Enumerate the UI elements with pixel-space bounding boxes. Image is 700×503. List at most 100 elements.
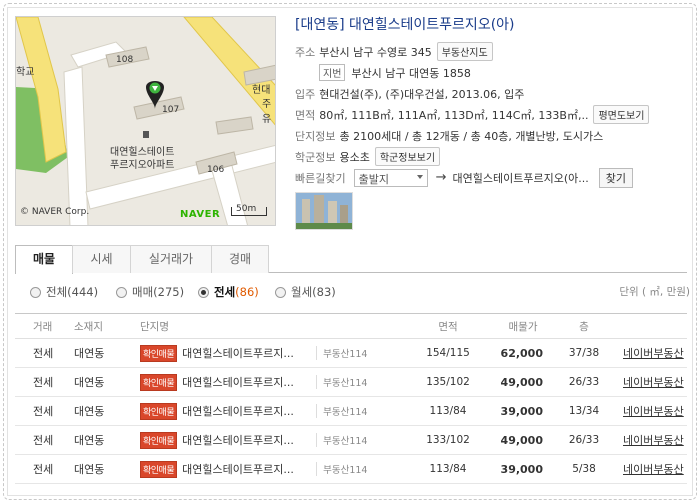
floorplan-button[interactable]: 평면도보기 <box>593 105 650 124</box>
school-label: 학군정보 <box>295 150 336 164</box>
verified-badge: 확인매물 <box>140 373 178 391</box>
agent-name: 부동산114 <box>316 462 367 476</box>
deal-type: 전세 <box>33 376 54 389</box>
school-info-button[interactable]: 학군정보보기 <box>374 147 441 166</box>
area: 113/84 <box>429 405 467 417</box>
complex-label: 단지정보 <box>295 129 336 143</box>
radio-icon <box>30 286 41 298</box>
location: 대연동 <box>74 405 105 418</box>
table-row[interactable]: 전세 대연동 확인매물 대연힐스테이트푸르지... 부동산114 135/102 49,00… <box>15 368 687 397</box>
route-to-value: 대연힐스테이트푸르지오(아... <box>452 171 589 185</box>
naver-realestate-link[interactable]: 네이버부동산 <box>623 426 684 454</box>
filter-monthly[interactable]: 월세 (83) <box>275 284 336 300</box>
filter-jeonse[interactable]: 전세 (86) <box>198 284 259 300</box>
property-title[interactable]: [대연동] 대연힐스테이트푸르지오(아) <box>295 14 685 34</box>
route-from-select[interactable]: 출발지 <box>353 168 428 187</box>
radio-icon <box>116 286 127 298</box>
header-location: 소재지 <box>74 320 103 333</box>
school-row: 학군정보 용소초 학군정보보기 <box>295 146 685 167</box>
filter-sale[interactable]: 매매 (275) <box>116 284 184 300</box>
area-label: 면적 <box>295 108 316 122</box>
floor: 26/33 <box>568 376 600 388</box>
deal-type: 전세 <box>33 405 54 418</box>
table-header: 거래 소재지 단지명 면적 매물가 층 <box>15 313 687 339</box>
property-info: [대연동] 대연힐스테이트푸르지오(아) 주소 부산시 남구 수영로 345 부… <box>295 14 685 188</box>
map-label-school: 학교 <box>16 67 35 78</box>
naver-realestate-link[interactable]: 네이버부동산 <box>623 455 684 483</box>
header-complex: 단지명 <box>140 320 169 333</box>
naver-realestate-link[interactable]: 네이버부동산 <box>623 397 684 425</box>
agent-name: 부동산114 <box>316 375 367 389</box>
jibun-tag: 지번 <box>319 64 346 81</box>
area: 133/102 <box>426 434 470 446</box>
route-search-button[interactable]: 찾기 <box>598 167 633 188</box>
naver-realestate-link[interactable]: 네이버부동산 <box>623 339 684 367</box>
naver-realestate-link[interactable]: 네이버부동산 <box>623 368 684 396</box>
table-row[interactable]: 전세 대연동 확인매물 대연힐스테이트푸르지... 부동산114 133/102 49,00… <box>15 426 687 455</box>
map-scale-label: 50m <box>236 204 257 214</box>
filter-all[interactable]: 전체 (444) <box>30 284 98 300</box>
location-map[interactable]: 학교 108 107 106 대연힐스테이트 푸르지오아파트 현대 주유 © N… <box>15 16 276 226</box>
area-value: 80㎡, 111B㎡, 111A㎡, 113D㎡, 114C㎡, 133B㎡,.… <box>319 108 589 122</box>
complex-cell[interactable]: 확인매물 대연힐스테이트푸르지... 부동산114 <box>140 455 367 483</box>
location: 대연동 <box>74 376 105 389</box>
naver-logo: NAVER <box>180 209 221 220</box>
tab-actual-price[interactable]: 실거래가 <box>130 245 212 273</box>
map-graphic <box>16 17 275 225</box>
tab-market-price[interactable]: 시세 <box>72 245 131 273</box>
table-row[interactable]: 전세 대연동 확인매물 대연힐스테이트푸르지... 부동산114 113/84 39,000… <box>15 397 687 426</box>
price: 62,000 <box>500 346 543 360</box>
area: 113/84 <box>429 463 467 475</box>
jibun-row: 지번 부산시 남구 대연동 1858 <box>295 62 685 83</box>
price: 49,000 <box>500 375 543 389</box>
move-in-label: 입주 <box>295 87 316 101</box>
complex-name[interactable]: 대연힐스테이트푸르지... <box>182 461 310 477</box>
jibun-value: 부산시 남구 대연동 1858 <box>351 66 471 80</box>
move-in-row: 입주 현대건설(주), (주)대우건설, 2013.06, 입주 <box>295 83 685 104</box>
move-in-value: 현대건설(주), (주)대우건설, 2013.06, 입주 <box>319 87 525 101</box>
area-row: 면적 80㎡, 111B㎡, 111A㎡, 113D㎡, 114C㎡, 133B… <box>295 104 685 125</box>
tab-listings[interactable]: 매물 <box>15 245 73 274</box>
header-price: 매물가 <box>508 320 538 333</box>
tab-auction[interactable]: 경매 <box>211 245 269 273</box>
filter-count: (83) <box>312 285 336 299</box>
property-photo-thumbnail[interactable] <box>295 192 353 230</box>
complex-name[interactable]: 대연힐스테이트푸르지... <box>182 432 310 448</box>
route-label: 빠른길찾기 <box>295 171 346 185</box>
map-apt-label-2: 푸르지오아파트 <box>110 160 175 171</box>
floor: 13/34 <box>568 405 600 417</box>
complex-cell[interactable]: 확인매물 대연힐스테이트푸르지... 부동산114 <box>140 368 367 396</box>
filter-count: (275) <box>153 285 185 299</box>
complex-name[interactable]: 대연힐스테이트푸르지... <box>182 403 310 419</box>
listing-tabs: 매물 시세 실거래가 경매 <box>15 245 687 274</box>
deal-type: 전세 <box>33 347 54 360</box>
complex-name[interactable]: 대연힐스테이트푸르지... <box>182 345 310 361</box>
price: 49,000 <box>500 433 543 447</box>
map-label-106: 106 <box>207 165 225 175</box>
floor: 5/38 <box>572 463 596 475</box>
table-row[interactable]: 전세 대연동 확인매물 대연힐스테이트푸르지... 부동산114 154/115 62,00… <box>15 339 687 368</box>
radio-icon <box>275 286 286 298</box>
realestate-map-button[interactable]: 부동산지도 <box>436 42 493 61</box>
verified-badge: 확인매물 <box>140 431 178 449</box>
unit-note: 단위 ( ㎡, 만원) <box>619 286 690 298</box>
map-copyright: © NAVER Corp. <box>20 207 90 217</box>
deal-type: 전세 <box>33 434 54 447</box>
verified-badge: 확인매물 <box>140 460 178 478</box>
header-deal-type: 거래 <box>33 320 53 333</box>
table-row[interactable]: 전세 대연동 확인매물 대연힐스테이트푸르지... 부동산114 113/84 39,000… <box>15 455 687 484</box>
floor: 37/38 <box>568 347 600 359</box>
complex-value: 총 2100세대 / 총 12개동 / 총 40층, 개별난방, 도시가스 <box>339 129 604 143</box>
complex-cell[interactable]: 확인매물 대연힐스테이트푸르지... 부동산114 <box>140 397 367 425</box>
location: 대연동 <box>74 434 105 447</box>
route-from-value: 출발지 <box>358 172 389 186</box>
complex-cell[interactable]: 확인매물 대연힐스테이트푸르지... 부동산114 <box>140 339 367 367</box>
complex-name[interactable]: 대연힐스테이트푸르지... <box>182 374 310 390</box>
filter-count: (86) <box>235 285 259 299</box>
address-row: 주소 부산시 남구 수영로 345 부동산지도 <box>295 41 685 62</box>
deal-type: 전세 <box>33 463 54 476</box>
agent-name: 부동산114 <box>316 433 367 447</box>
radio-selected-icon <box>198 286 209 298</box>
map-label-station: 주유 <box>262 99 272 125</box>
complex-cell[interactable]: 확인매물 대연힐스테이트푸르지... 부동산114 <box>140 426 367 454</box>
